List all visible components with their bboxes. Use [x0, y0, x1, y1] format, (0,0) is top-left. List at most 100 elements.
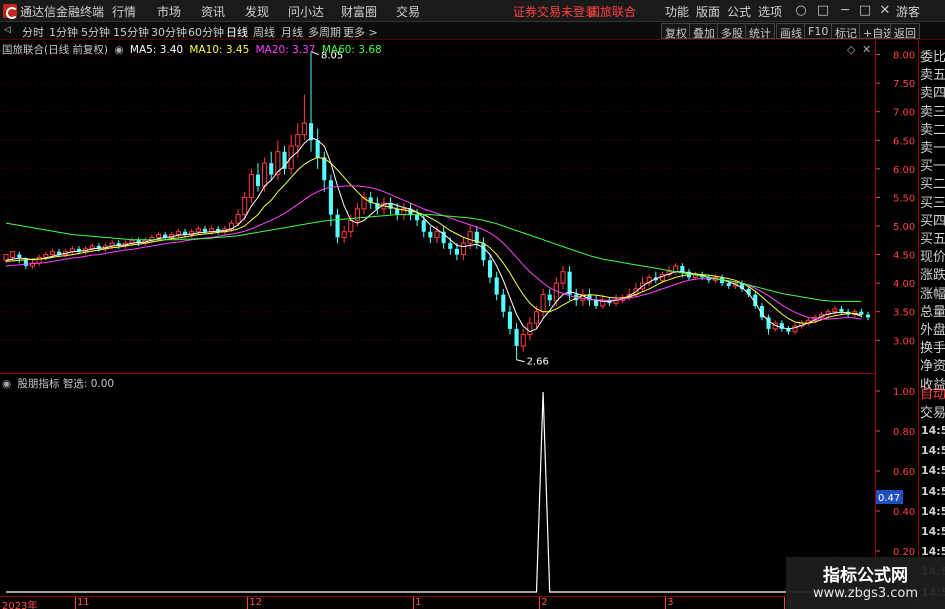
period-1min[interactable]: 1分钟	[49, 24, 78, 40]
candle-body	[269, 163, 274, 175]
price-chart-panel[interactable]: 8.05 2.66 国旅联合(日线 前复权) ◉ MA5: 3.40 MA10: …	[0, 40, 875, 373]
candle-body	[434, 231, 440, 238]
legend-stock-title: 国旅联合(日线 前复权)	[2, 44, 109, 56]
low-price-label: 2.66	[527, 357, 549, 368]
toolbar-left-arrow-icon[interactable]: ◁	[4, 25, 11, 35]
adjust-button[interactable]: 复权	[661, 23, 691, 40]
menu-options[interactable]: 选项	[758, 3, 782, 20]
panel-close-icon[interactable]: ✕	[862, 43, 871, 56]
candle-body	[467, 231, 473, 244]
menu-function[interactable]: 功能	[665, 3, 689, 20]
candle-body	[540, 294, 546, 313]
candle-body	[520, 334, 526, 347]
legend-settings-icon[interactable]: ◉	[114, 44, 123, 56]
menu-news[interactable]: 资讯	[201, 3, 225, 20]
menu-formula[interactable]: 公式	[727, 3, 751, 20]
price-tick-label: 6.00	[893, 165, 915, 176]
candlestick-chart[interactable]: 8.052.66	[0, 40, 875, 373]
candle-body	[248, 174, 254, 198]
period-60min[interactable]: 60分钟	[188, 24, 224, 40]
candle-body	[3, 254, 9, 261]
quote-label: 买五	[920, 232, 945, 247]
candle-body	[567, 271, 572, 295]
tick-time: 14:56	[921, 504, 945, 518]
overlay-button[interactable]: 叠加	[689, 23, 719, 40]
quote-label: 买二	[920, 177, 945, 193]
quote-label: 委比	[920, 50, 945, 65]
candle-body	[43, 254, 49, 258]
candle-body	[680, 266, 685, 272]
date-axis-label: 12	[249, 597, 263, 608]
menu-ask[interactable]: 问小达	[288, 3, 324, 20]
menu-wealth[interactable]: 财富圈	[341, 3, 377, 20]
candle-body	[155, 234, 162, 238]
candle-body	[428, 231, 433, 238]
indicator-legend: ◉ 股朋指标 智选: 0.00	[2, 376, 117, 391]
close-icon[interactable]: ✕	[876, 2, 894, 19]
indicator-chart[interactable]	[0, 374, 875, 597]
quote-panel: 委比 卖五 卖四 卖三 卖二 卖一 买一 买二 买三 买四 买五 现价 涨跌 涨幅 总量 外盘 换手 净资 收益 自动…	[918, 40, 945, 609]
period-multi[interactable]: 多周期	[308, 24, 341, 40]
period-weekly[interactable]: 周线	[253, 24, 275, 40]
menu-market[interactable]: 市场	[157, 3, 181, 20]
candle-body	[527, 322, 533, 336]
f10-button[interactable]: F10	[804, 23, 833, 39]
price-tick-label: 4.00	[893, 279, 915, 290]
login-status[interactable]: 证券交易未登录	[513, 3, 597, 20]
candle-body	[242, 196, 248, 216]
quote-label: 涨幅	[920, 286, 945, 302]
candle-body	[494, 277, 499, 295]
user-label[interactable]: 游客	[896, 3, 920, 20]
date-axis: 2023年11121234	[0, 596, 918, 609]
quote-label: 换手	[920, 341, 945, 357]
candle-body	[415, 214, 420, 221]
period-30min[interactable]: 30分钟	[151, 24, 187, 40]
menu-discover[interactable]: 发现	[245, 3, 269, 20]
indicator-tick-label: 1.00	[893, 387, 915, 398]
watermark-url: www.zbgs3.com	[812, 586, 919, 601]
menu-trade[interactable]: 交易	[396, 3, 420, 20]
candle-body	[262, 162, 268, 187]
quote-label: 卖二	[920, 122, 945, 138]
period-intraday[interactable]: 分时	[22, 24, 44, 40]
search-icon[interactable]: ○	[792, 2, 810, 19]
message-icon[interactable]: □	[814, 2, 832, 19]
app-logo-icon	[3, 4, 18, 19]
tick-time: 14:56	[921, 525, 945, 538]
back-button[interactable]: 返回	[890, 23, 920, 40]
low-marker-arrow	[516, 359, 525, 363]
quote-label: 涨跌	[920, 268, 945, 284]
maximize-icon[interactable]: □	[856, 2, 874, 19]
date-axis-label: 2023年	[2, 601, 38, 609]
candle-body	[301, 122, 307, 136]
app-name: 通达信金融终端	[20, 5, 105, 19]
date-axis-tick	[247, 597, 249, 609]
period-more[interactable]: 更多 >	[343, 24, 378, 40]
quote-label: 卖四	[920, 86, 945, 102]
draw-line-button[interactable]: 画线	[776, 23, 806, 40]
date-axis-label: 2	[541, 597, 548, 608]
legend-ma20: MA20: 3.37	[255, 44, 316, 56]
indicator-settings-icon[interactable]: ◉	[2, 378, 11, 390]
auto-trade-label[interactable]: 自动	[920, 383, 945, 402]
price-tick-label: 3.50	[893, 308, 915, 319]
minimize-icon[interactable]: ─	[836, 2, 854, 19]
diamond-icon[interactable]: ◇	[847, 43, 855, 56]
period-15min[interactable]: 15分钟	[113, 24, 149, 40]
menu-market-quotes[interactable]: 行情	[112, 3, 136, 20]
indicator-tick-label: 0.60	[893, 467, 915, 478]
legend-ma60: MA60: 3.68	[321, 44, 382, 56]
quote-label: 总量	[920, 304, 945, 320]
menu-layout[interactable]: 版面	[696, 3, 720, 20]
period-daily[interactable]: 日线	[226, 24, 248, 40]
price-tick-label: 5.50	[893, 193, 915, 204]
trade-label[interactable]: 交易	[920, 402, 945, 421]
indicator-line	[6, 391, 868, 593]
indicator-panel[interactable]: ◉ 股朋指标 智选: 0.00	[0, 373, 875, 596]
statistics-button[interactable]: 统计	[745, 23, 775, 40]
mark-button[interactable]: 标记	[831, 23, 861, 40]
period-monthly[interactable]: 月线	[281, 24, 303, 40]
multi-stock-button[interactable]: 多股	[717, 23, 747, 40]
candle-body	[832, 308, 838, 313]
period-5min[interactable]: 5分钟	[81, 24, 110, 40]
